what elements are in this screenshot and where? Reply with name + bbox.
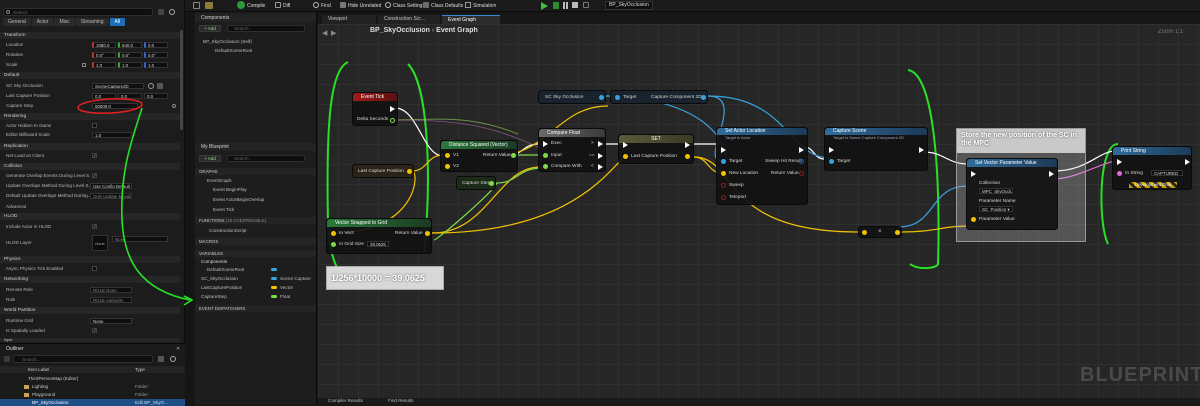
annotation-overlay [77, 98, 194, 306]
